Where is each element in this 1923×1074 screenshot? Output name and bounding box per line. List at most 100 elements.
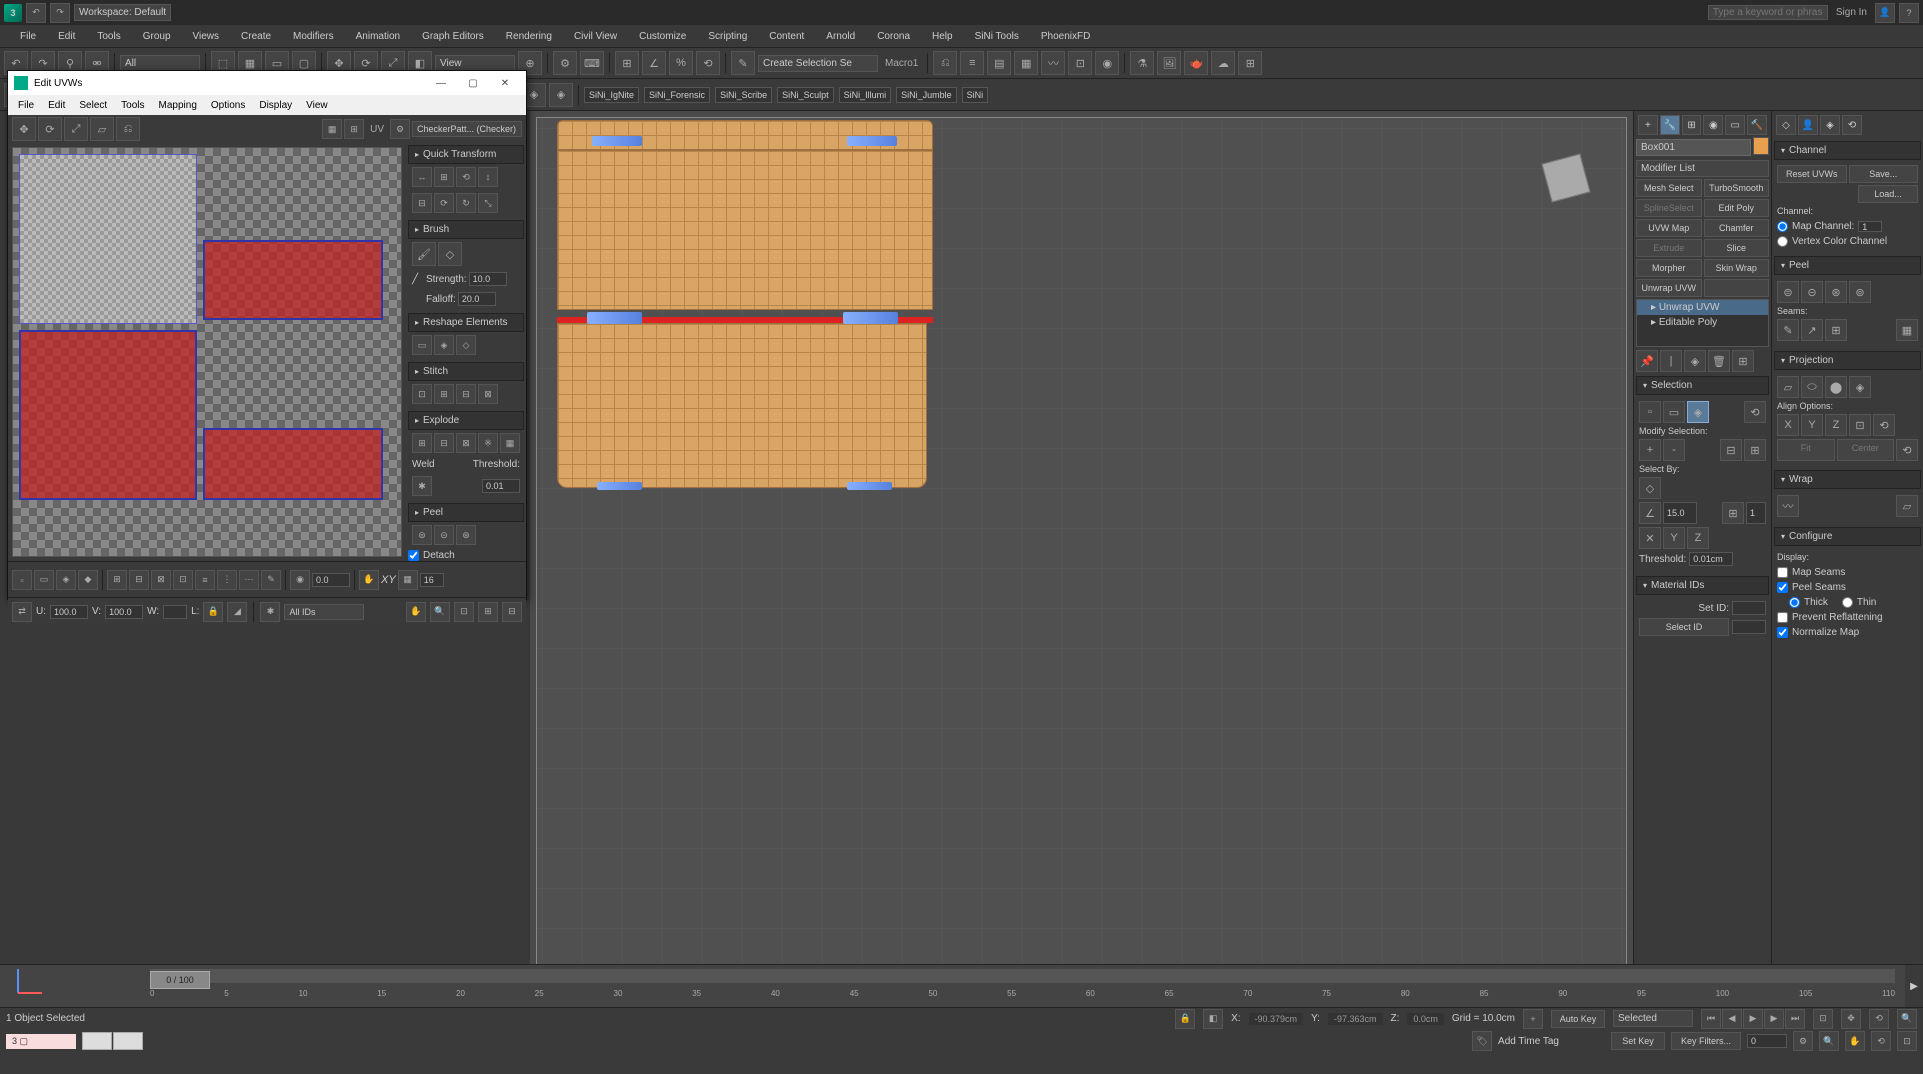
uvw-mirror-icon[interactable]: ⎌ (116, 117, 140, 141)
peel-relax-icon[interactable]: ⊚ (1849, 281, 1871, 303)
align-icon[interactable]: ≡ (960, 51, 984, 75)
script-listener[interactable]: 3 ▢ (6, 1034, 76, 1049)
detach-check[interactable] (408, 550, 419, 561)
menu-edit[interactable]: Edit (48, 28, 85, 45)
x-axis-icon[interactable]: ✕ (1639, 527, 1661, 549)
sel-3-icon[interactable]: ⊠ (151, 570, 171, 590)
render-ir-icon[interactable]: ☁ (1211, 51, 1235, 75)
selection-rollout[interactable]: Selection (1636, 376, 1769, 395)
rp2-4-icon[interactable]: ⟲ (1842, 115, 1862, 135)
thick-radio[interactable] (1789, 597, 1800, 608)
pin-stack-icon[interactable]: 📌 (1636, 350, 1658, 372)
zoom-sel-icon[interactable]: ⊞ (478, 602, 498, 622)
modifier-stack[interactable]: ▸ Unwrap UVW ▸ Editable Poly (1636, 299, 1769, 347)
menu-views[interactable]: Views (183, 28, 230, 45)
time-config-icon[interactable]: ⚙ (1793, 1031, 1813, 1051)
sel-2-icon[interactable]: ⊟ (129, 570, 149, 590)
sel-sync-icon[interactable]: ⟲ (1744, 401, 1766, 423)
uvw-menu-options[interactable]: Options (205, 98, 251, 113)
proj-sphere-icon[interactable]: ⬤ (1825, 376, 1847, 398)
peel-3-icon[interactable]: ⊛ (456, 525, 476, 545)
center-button[interactable]: Center (1837, 439, 1895, 461)
align-y-icon[interactable]: Y (1801, 414, 1823, 436)
zoom-icon[interactable]: 🔍 (430, 602, 450, 622)
z-axis-icon[interactable]: Z (1687, 527, 1709, 549)
time-tag-icon[interactable]: 🏷 (1472, 1031, 1492, 1051)
curve-editor-icon[interactable]: 〰 (1041, 51, 1065, 75)
sel-6-icon[interactable]: ⋮ (217, 570, 237, 590)
mod-meshselect[interactable]: Mesh Select (1636, 179, 1702, 197)
sini-ignite-tag[interactable]: SiNi_IgNite (584, 87, 639, 103)
uvw-menu-tools[interactable]: Tools (115, 98, 150, 113)
uvw-menu-select[interactable]: Select (73, 98, 113, 113)
manip-icon[interactable]: ⚙ (553, 51, 577, 75)
menu-corona[interactable]: Corona (867, 28, 920, 45)
object-name-input[interactable] (1636, 139, 1751, 156)
sub-vert-icon[interactable]: ▫ (12, 570, 32, 590)
frame-thumb[interactable]: 0 / 100 (150, 971, 210, 989)
user-icon[interactable]: 👤 (1875, 3, 1895, 23)
uvw-options-icon[interactable]: ⚙ (390, 119, 410, 139)
seam-grid-icon[interactable]: ▦ (1896, 319, 1918, 341)
ribbon-icon[interactable]: ▦ (1014, 51, 1038, 75)
shrink-icon[interactable]: - (1663, 439, 1685, 461)
nav-2-icon[interactable]: ✥ (1841, 1009, 1861, 1029)
unique-icon[interactable]: ◈ (1684, 350, 1706, 372)
uvw-scale-icon[interactable]: ⤢ (64, 117, 88, 141)
wrap-rollout[interactable]: Wrap (1774, 470, 1921, 489)
uvw-menu-view[interactable]: View (300, 98, 334, 113)
minimize-button[interactable]: — (426, 73, 456, 93)
redo-icon[interactable]: ↷ (50, 3, 70, 23)
next-frame-icon[interactable]: ▶ (1764, 1009, 1784, 1029)
uv-island-1[interactable] (19, 154, 197, 324)
uvw-menu-file[interactable]: File (12, 98, 40, 113)
load-uvws-button[interactable]: Load... (1858, 185, 1918, 203)
close-button[interactable]: ✕ (490, 73, 520, 93)
menu-file[interactable]: File (10, 28, 46, 45)
sini-illumi-tag[interactable]: SiNi_Illumi (839, 87, 892, 103)
rp2-1-icon[interactable]: ◇ (1776, 115, 1796, 135)
mod-skinwrap[interactable]: Skin Wrap (1704, 259, 1770, 277)
mod-morpher[interactable]: Morpher (1636, 259, 1702, 277)
sel-edge-icon[interactable]: ▭ (1663, 401, 1685, 423)
menu-tools[interactable]: Tools (87, 28, 130, 45)
sub-edge-icon[interactable]: ▭ (34, 570, 54, 590)
ref-coord[interactable]: View (435, 55, 515, 72)
align-x-icon[interactable]: X (1777, 414, 1799, 436)
goto-end-icon[interactable]: ⏭ (1785, 1009, 1805, 1029)
nav-orbit-icon[interactable]: ⟲ (1871, 1031, 1891, 1051)
wrap-unfold-icon[interactable]: ▱ (1896, 495, 1918, 517)
nav-zoom-icon[interactable]: 🔍 (1819, 1031, 1839, 1051)
stitch-4-icon[interactable]: ⊠ (478, 384, 498, 404)
nav-4-icon[interactable]: 🔍 (1897, 1009, 1917, 1029)
menu-modifiers[interactable]: Modifiers (283, 28, 344, 45)
mod-splineselect[interactable]: SplineSelect (1636, 199, 1702, 217)
align-normal-icon[interactable]: ⟲ (1873, 414, 1895, 436)
reset-uvws-button[interactable]: Reset UVWs (1777, 165, 1847, 183)
x-value[interactable]: -90.379cm (1249, 1013, 1304, 1025)
layers-icon[interactable]: ▤ (987, 51, 1011, 75)
mapseams-check[interactable] (1777, 567, 1788, 578)
mapchan-input[interactable] (1858, 221, 1882, 232)
menu-graph-editors[interactable]: Graph Editors (412, 28, 494, 45)
hierarchy-tab-icon[interactable]: ⊞ (1682, 115, 1702, 135)
edit-selset-icon[interactable]: ✎ (731, 51, 755, 75)
qt-1-icon[interactable]: ↔ (412, 167, 432, 187)
reset-align-icon[interactable]: ⟲ (1896, 439, 1918, 461)
lock-sel-icon[interactable]: 🔒 (1175, 1009, 1195, 1029)
modifier-list-select[interactable]: Modifier List (1636, 160, 1769, 177)
mod-chamfer[interactable]: Chamfer (1704, 219, 1770, 237)
zoom-region-icon[interactable]: ⊟ (502, 602, 522, 622)
keymode-icon[interactable]: ⌨ (580, 51, 604, 75)
save-uvws-button[interactable]: Save... (1849, 165, 1919, 183)
mod-turbosmooth[interactable]: TurboSmooth (1704, 179, 1770, 197)
wrap-spline-icon[interactable]: 〰 (1777, 495, 1799, 517)
uvw-texture-select[interactable]: CheckerPatt... (Checker) (412, 121, 522, 137)
selset-dropdown[interactable]: Create Selection Se (758, 55, 878, 72)
quick-transform-header[interactable]: Quick Transform (408, 145, 524, 164)
normalize-check[interactable] (1777, 627, 1788, 638)
loop-icon[interactable]: ⊞ (1744, 439, 1766, 461)
keyfilters-button[interactable]: Key Filters... (1671, 1032, 1741, 1050)
uvw-titlebar[interactable]: Edit UVWs — ▢ ✕ (8, 71, 526, 95)
selectid-button[interactable]: Select ID (1639, 618, 1729, 636)
